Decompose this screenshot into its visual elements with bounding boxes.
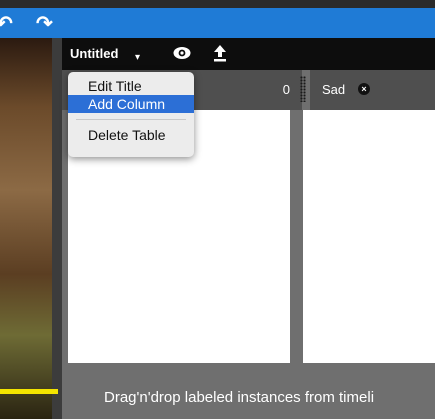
drop-hint: Drag'n'drop labeled instances from timel… [104,389,375,406]
column-count: 0 [282,82,290,97]
redo-icon[interactable]: ↷ [36,14,53,34]
close-icon[interactable]: × [358,83,370,95]
menu-item-edit-title[interactable]: Edit Title [68,77,194,95]
menu-item-delete-table[interactable]: Delete Table [68,126,194,144]
eye-icon[interactable] [173,46,191,60]
undo-icon[interactable]: ↶ [0,14,13,34]
chevron-down-icon[interactable]: ▾ [135,52,140,63]
app-window: ↶ ↷ Untitled ▾ 0 Sad × Drag'n'drop label… [0,0,435,419]
drag-handle[interactable] [300,76,306,102]
upload-icon[interactable] [213,44,227,62]
table-toolbar: Untitled ▾ [62,38,435,70]
panel-divider[interactable] [52,38,62,419]
table-title-button[interactable]: Untitled [70,38,118,70]
column-header-sad[interactable]: Sad × [310,70,435,110]
column-title: Sad [322,82,346,97]
timeline-marker [0,389,58,394]
title-bar: ↶ ↷ [0,0,435,38]
video-preview[interactable] [0,38,52,419]
table-menu: Edit Title Add Column Delete Table [68,72,194,157]
menu-divider [76,119,186,120]
menu-item-add-column[interactable]: Add Column [68,95,194,113]
column-drop-area[interactable] [303,110,435,363]
